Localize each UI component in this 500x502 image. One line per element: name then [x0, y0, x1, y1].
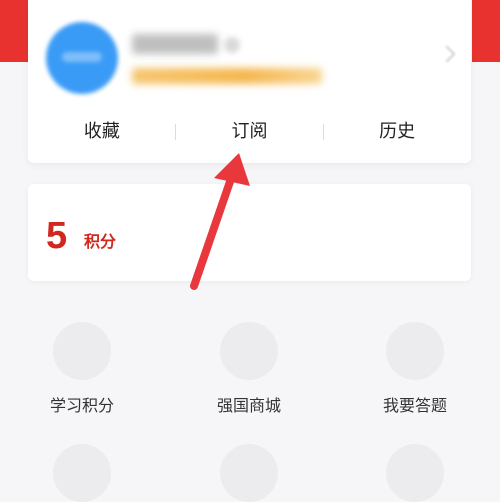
menu-icon-partial[interactable]: [386, 444, 444, 502]
points-value: 5: [46, 215, 68, 257]
tab-favorites-label: 收藏: [83, 121, 120, 142]
study-points-icon: [53, 322, 111, 380]
profile-tabs: 收藏 订阅 历史: [28, 112, 471, 152]
chevron-right-icon[interactable]: [438, 45, 456, 63]
menu-item-label: 我要答题: [382, 396, 447, 415]
quiz-icon: [386, 322, 444, 380]
user-subtitle: [132, 68, 322, 84]
tab-divider: [175, 124, 176, 140]
tab-favorites[interactable]: 收藏: [28, 112, 176, 152]
menu-item-label: 强国商城: [216, 396, 281, 415]
menu-item-label: 学习积分: [49, 396, 114, 415]
tab-subscribe-label: 订阅: [231, 121, 268, 142]
tab-history-label: 历史: [379, 121, 416, 142]
menu-item-mall[interactable]: 强国商城: [189, 322, 309, 416]
tab-history[interactable]: 历史: [323, 112, 471, 152]
header-background-left: [0, 0, 28, 62]
menu-item-quiz[interactable]: 我要答题: [355, 322, 475, 416]
user-name[interactable]: [132, 34, 218, 54]
points-card[interactable]: 5 积分: [28, 184, 471, 281]
points-unit: 积分: [84, 232, 117, 251]
menu-item-study-points[interactable]: 学习积分: [22, 322, 142, 416]
header-background-right: [472, 0, 500, 62]
avatar[interactable]: [46, 22, 118, 94]
menu-icon-partial[interactable]: [220, 444, 278, 502]
tab-subscribe[interactable]: 订阅: [176, 112, 324, 152]
user-level-badge-icon: [224, 37, 240, 53]
mall-icon: [220, 322, 278, 380]
tab-divider: [323, 124, 324, 140]
profile-card: 收藏 订阅 历史: [28, 0, 471, 163]
menu-icon-partial[interactable]: [53, 444, 111, 502]
